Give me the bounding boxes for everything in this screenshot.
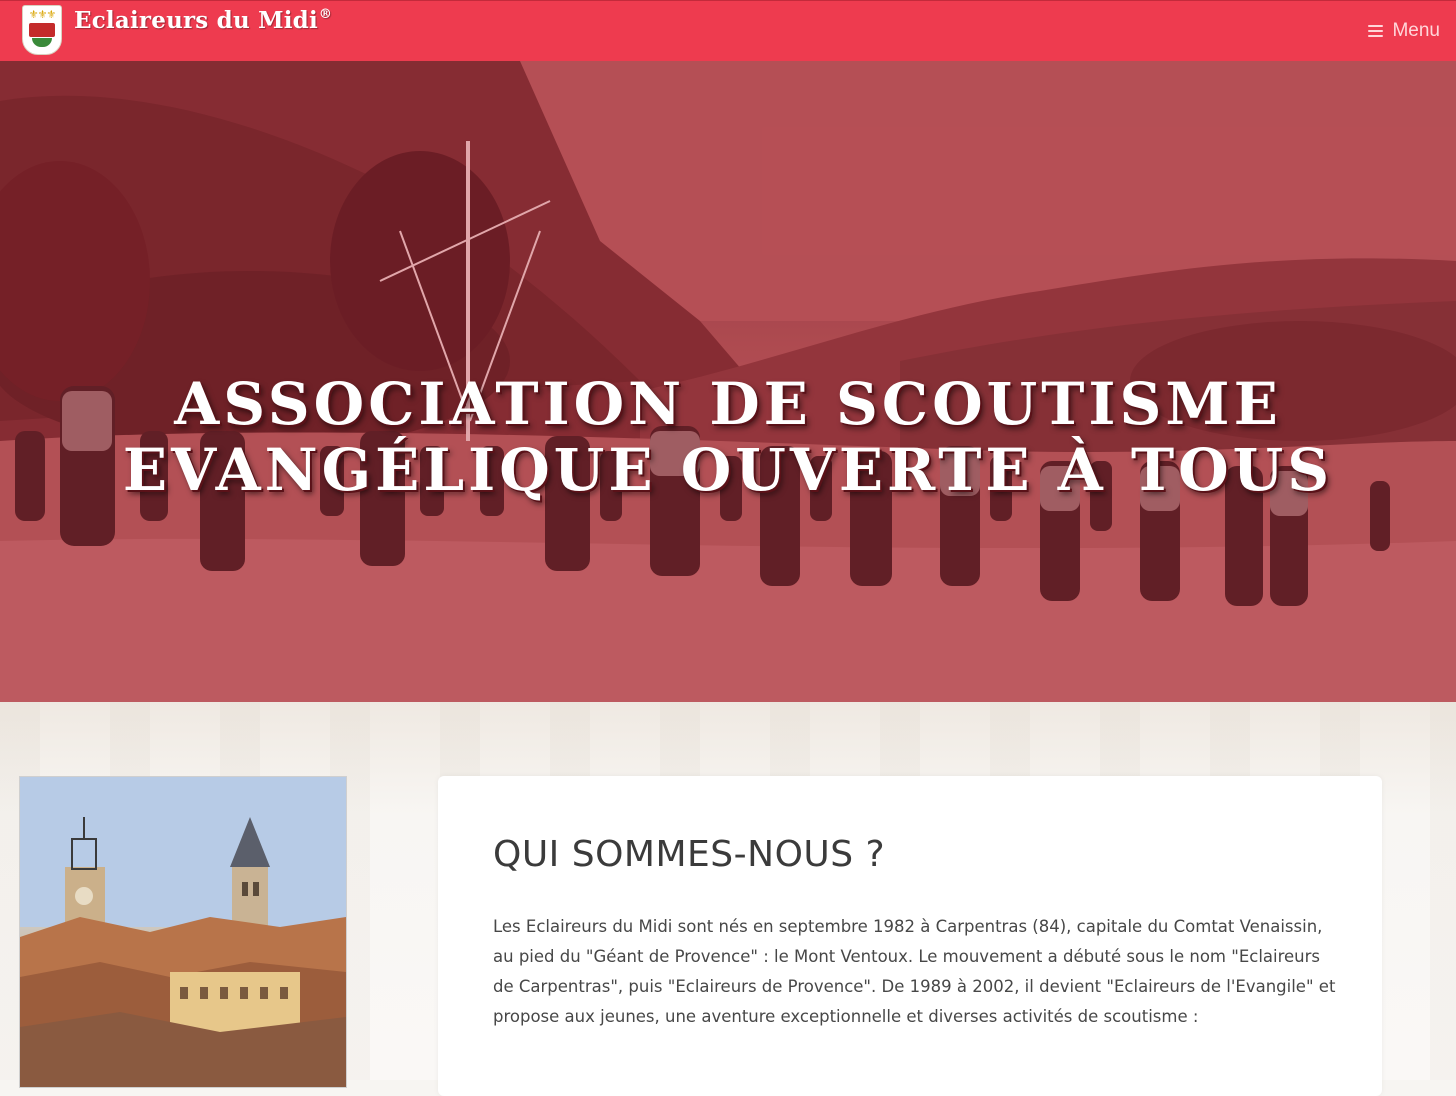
registered-mark: ® [318, 7, 333, 22]
bars-icon [1368, 25, 1384, 37]
town-photo [19, 776, 347, 1088]
brand-text: Eclaireurs du Midi [74, 7, 318, 34]
about-card: QUI SOMMES-NOUS ? Les Eclaireurs du Midi… [438, 776, 1382, 1096]
brand-name: Eclaireurs du Midi® [74, 7, 332, 34]
hero-banner: ASSOCIATION DE SCOUTISME EVANGÉLIQUE OUV… [0, 61, 1456, 702]
menu-label: Menu [1392, 20, 1440, 41]
about-heading: QUI SOMMES-NOUS ? [493, 834, 886, 875]
crest-logo: ⚜⚜⚜ [22, 5, 62, 55]
hero-title-line1: ASSOCIATION DE SCOUTISME [174, 370, 1282, 438]
top-navbar: ⚜⚜⚜ Eclaireurs du Midi® Menu [0, 0, 1456, 61]
brand-link[interactable]: ⚜⚜⚜ Eclaireurs du Midi® [22, 5, 332, 57]
menu-toggle-button[interactable]: Menu [1368, 18, 1440, 44]
hero-title: ASSOCIATION DE SCOUTISME EVANGÉLIQUE OUV… [0, 371, 1456, 503]
about-paragraph: Les Eclaireurs du Midi sont nés en septe… [493, 917, 1336, 1026]
hero-title-line2: EVANGÉLIQUE OUVERTE À TOUS [122, 436, 1334, 504]
